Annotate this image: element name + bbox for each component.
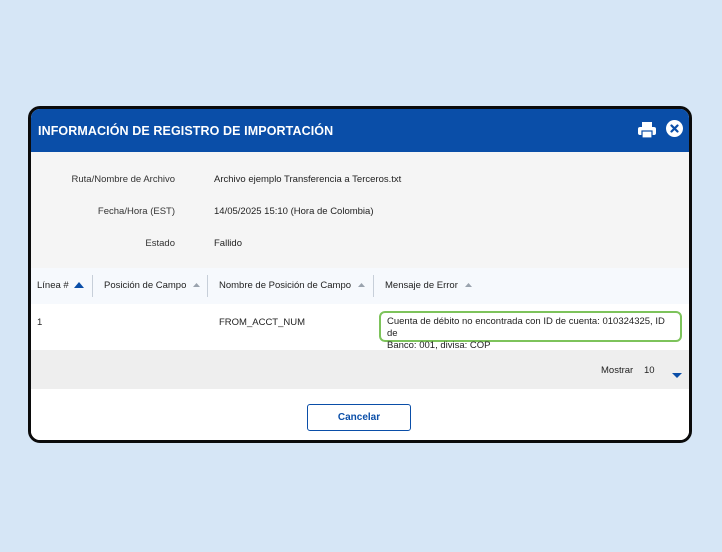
status-label: Estado <box>145 238 175 249</box>
column-divider <box>207 275 208 297</box>
column-header-label: Nombre de Posición de Campo <box>219 280 352 291</box>
column-divider <box>373 275 374 297</box>
column-header-label: Línea # <box>37 280 69 291</box>
page-size-label: Mostrar <box>601 365 634 376</box>
column-header-field-name[interactable]: Nombre de Posición de Campo <box>219 280 365 291</box>
chevron-down-icon <box>672 366 682 384</box>
column-header-line[interactable]: Línea # <box>37 280 85 291</box>
datetime-label: Fecha/Hora (EST) <box>97 206 175 217</box>
cancel-button[interactable]: Cancelar <box>307 404 411 431</box>
sort-icon[interactable] <box>461 280 472 291</box>
page-size-select[interactable]: 10 <box>642 360 686 380</box>
sort-icon[interactable] <box>354 280 365 291</box>
modal-footer: Cancelar <box>31 389 689 440</box>
column-header-label: Posición de Campo <box>104 280 187 291</box>
file-label: Ruta/Nombre de Archivo <box>71 174 176 185</box>
page-size-value: 10 <box>644 365 655 376</box>
column-header-error-message[interactable]: Mensaje de Error <box>385 280 472 291</box>
column-divider <box>92 275 93 297</box>
field-name-cell: FROM_ACCT_NUM <box>219 317 306 328</box>
table-row: 1 FROM_ACCT_NUM Cuenta de débito no enco… <box>31 304 689 351</box>
modal-title: INFORMACIÓN DE REGISTRO DE IMPORTACIÓN <box>38 124 334 138</box>
file-info-section: Ruta/Nombre de Archivo Archivo ejemplo T… <box>31 152 689 268</box>
sort-ascending-icon[interactable] <box>71 280 85 291</box>
column-header-field-position[interactable]: Posición de Campo <box>104 280 201 291</box>
status-value: Fallido <box>214 238 242 249</box>
line-number-cell: 1 <box>37 317 43 328</box>
sort-icon[interactable] <box>189 280 201 291</box>
column-header-label: Mensaje de Error <box>385 280 458 291</box>
file-value: Archivo ejemplo Transferencia a Terceros… <box>214 174 402 185</box>
pagination-bar: Mostrar 10 <box>31 350 689 389</box>
error-message-line: Cuenta de débito no encontrada con ID de… <box>387 316 665 339</box>
table-header: Línea # Posición de Campo Nombre de Posi… <box>31 268 689 304</box>
error-message-cell: Cuenta de débito no encontrada con ID de… <box>379 311 682 351</box>
datetime-value: 14/05/2025 15:10 (Hora de Colombia) <box>214 206 374 217</box>
close-icon[interactable] <box>666 120 683 137</box>
printer-icon[interactable] <box>637 121 657 139</box>
import-log-modal: INFORMACIÓN DE REGISTRO DE IMPORTACIÓN R… <box>28 106 692 443</box>
modal-header: INFORMACIÓN DE REGISTRO DE IMPORTACIÓN <box>31 109 689 152</box>
